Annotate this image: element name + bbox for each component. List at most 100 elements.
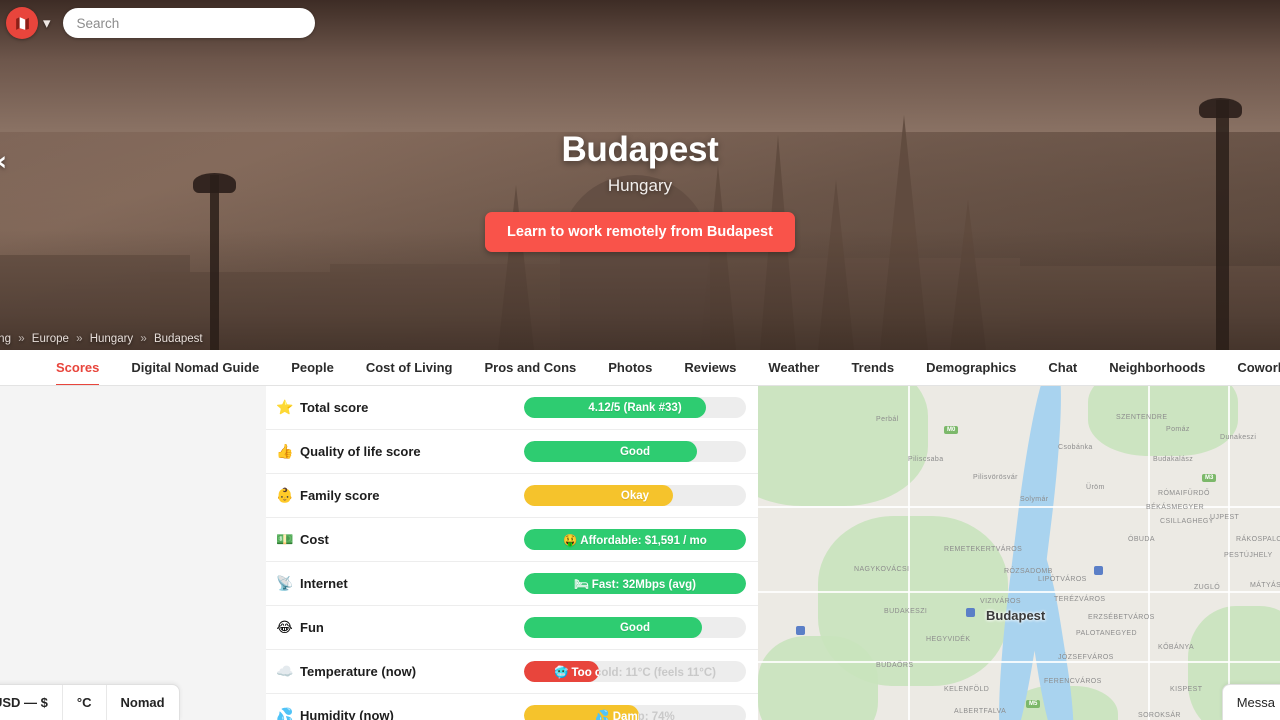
messages-button[interactable]: Messa [1221,684,1280,720]
map-district-label: BUDAKESZI [884,608,928,615]
score-name: Temperature (now) [300,664,417,679]
scores-table: ⭐ Total score 4.12/5 (Rank #33) 👍 Quality of… [266,386,758,720]
score-name: Fun [300,620,324,635]
satellite-icon: 📡 [276,575,294,592]
search-box[interactable] [62,8,315,38]
score-bar: Good [524,441,746,462]
hero-content: Budapest Hungary Learn to work remotely … [0,130,1280,252]
map-district-label: HEGYVIDÉK [926,636,971,643]
score-name: Quality of life score [300,444,421,459]
score-bar: Okay [524,485,746,506]
currency-selector[interactable]: USD — $ [0,685,63,720]
page-title: Budapest [561,130,719,169]
score-row[interactable]: 👶 Family score Okay [266,474,758,518]
city-map[interactable]: M0 M3 M5 Budapest SZENTENDRE Pomáz Csobánk… [758,386,1280,720]
score-bar: 🛏 Fast: 32Mbps (avg) [524,573,746,594]
map-district-label: KISPEST [1170,686,1203,693]
left-pane [0,386,266,720]
map-district-label: Budakalász [1153,456,1194,463]
tab-trends[interactable]: Trends [851,350,894,385]
score-bar-value: Good [619,445,651,458]
map-district-label: ERZSÉBETVÁROS [1088,614,1155,621]
map-district-label: BUDAÖRS [876,662,914,669]
score-row-label: 👍 Quality of life score [276,444,524,460]
breadcrumb-sep-2: » [140,333,147,345]
score-row[interactable]: 📡 Internet 🛏 Fast: 32Mbps (avg) [266,562,758,606]
breadcrumb-item-0[interactable]: st of Living [0,333,11,345]
score-bar-value: 💦 Damp: 74% [595,710,639,720]
map-district-label: Perbál [876,416,899,423]
chevron-left-icon[interactable]: ‹ [0,148,7,175]
score-name: Internet [300,576,348,591]
map-district-label: VIZIVÁROS [980,598,1021,605]
score-row[interactable]: 👍 Quality of life score Good [266,430,758,474]
map-district-label: Pomáz [1166,426,1190,433]
score-bar: 💦 Damp: 74%💦 Damp: 74% [524,705,746,720]
map-district-label: RÓZSADOMB [1004,568,1053,575]
score-row[interactable]: ⭐ Total score 4.12/5 (Rank #33) [266,386,758,430]
score-name: Humidity (now) [300,708,394,720]
score-row-label: ⭐ Total score [276,400,524,416]
units-selector[interactable]: °C [63,685,107,720]
score-name: Cost [300,532,329,547]
star-icon: ⭐ [276,399,294,416]
breadcrumb-sep-1: » [76,333,83,345]
score-row-label: 👶 Family score [276,488,524,504]
tab-reviews[interactable]: Reviews [684,350,736,385]
map-district-label: Solymár [1020,496,1049,503]
tab-chat[interactable]: Chat [1048,350,1077,385]
breadcrumb: st of Living » Europe » Hungary » Budape… [0,333,203,345]
nomadlist-map-logo-icon[interactable] [6,7,38,39]
map-district-label: REMETEKERTVÁROS [944,546,1023,553]
tab-demographics[interactable]: Demographics [926,350,1016,385]
score-name: Family score [300,488,380,503]
map-district-label: LIPÓTVÁROS [1038,576,1087,583]
map-district-label: PALOTANEGYED [1076,630,1137,637]
breadcrumb-item-2[interactable]: Hungary [90,333,133,345]
main-content: ⭐ Total score 4.12/5 (Rank #33) 👍 Quality of… [0,386,1280,720]
tab-coworking[interactable]: Coworking [1237,350,1280,385]
tab-pros-and-cons[interactable]: Pros and Cons [485,350,577,385]
laughing-icon: 😂 [276,619,293,636]
score-row[interactable]: 💦 Humidity (now) 💦 Damp: 74%💦 Damp: 74% [266,694,758,720]
tab-weather[interactable]: Weather [768,350,819,385]
score-row[interactable]: ☁️ Temperature (now) 🥶 Too cold: 11°C (fee… [266,650,758,694]
droplets-icon: 💦 [276,707,294,720]
search-input[interactable] [76,15,301,31]
top-bar: ▾ [0,0,1280,46]
breadcrumb-sep-0: » [18,333,25,345]
breadcrumb-item-1[interactable]: Europe [32,333,69,345]
country-subtitle: Hungary [607,176,673,195]
map-district-label: SZENTENDRE [1116,414,1168,421]
map-district-label: JÓZSEFVÁROS [1058,654,1114,661]
map-district-label: MÁTYÁSFÖLD [1250,582,1280,589]
map-district-label: KELENFÖLD [944,686,990,693]
map-district-label: UJPEST [1210,514,1240,521]
tab-cost-of-living[interactable]: Cost of Living [366,350,453,385]
bottom-left-controls: USD — $ °C Nomad [0,684,180,720]
score-row-label: ☁️ Temperature (now) [276,664,524,680]
breadcrumb-item-3[interactable]: Budapest [154,333,203,345]
tab-scores[interactable]: Scores [56,350,100,385]
score-row-label: 😂 Fun [276,620,524,636]
score-row-label: 💵 Cost [276,532,524,548]
score-bar: 4.12/5 (Rank #33) [524,397,746,418]
chevron-down-icon[interactable]: ▾ [43,16,51,31]
map-district-label: KŐBÁNYA [1158,644,1195,651]
map-district-label: ÓBUDA [1128,536,1155,543]
tab-neighborhoods[interactable]: Neighborhoods [1109,350,1205,385]
score-row[interactable]: 💵 Cost 🤑 Affordable: $1,591 / mo [266,518,758,562]
map-district-label: ALBERTFALVA [954,708,1007,715]
tab-photos[interactable]: Photos [608,350,652,385]
score-row[interactable]: 😂 Fun Good [266,606,758,650]
map-district-label: Csobánka [1058,444,1093,451]
score-bar-value: Okay [620,489,650,502]
learn-remote-work-button[interactable]: Learn to work remotely from Budapest [485,212,795,252]
score-bar-value: 4.12/5 (Rank #33) [588,401,682,414]
map-district-label: BÉKÁSMEGYER [1146,504,1205,511]
tab-people[interactable]: People [291,350,334,385]
tab-digital-nomad-guide[interactable]: Digital Nomad Guide [131,350,259,385]
plan-button[interactable]: Nomad [107,685,179,720]
baby-icon: 👶 [276,487,294,504]
score-bar-value: 🤑 Affordable: $1,591 / mo [563,534,707,547]
